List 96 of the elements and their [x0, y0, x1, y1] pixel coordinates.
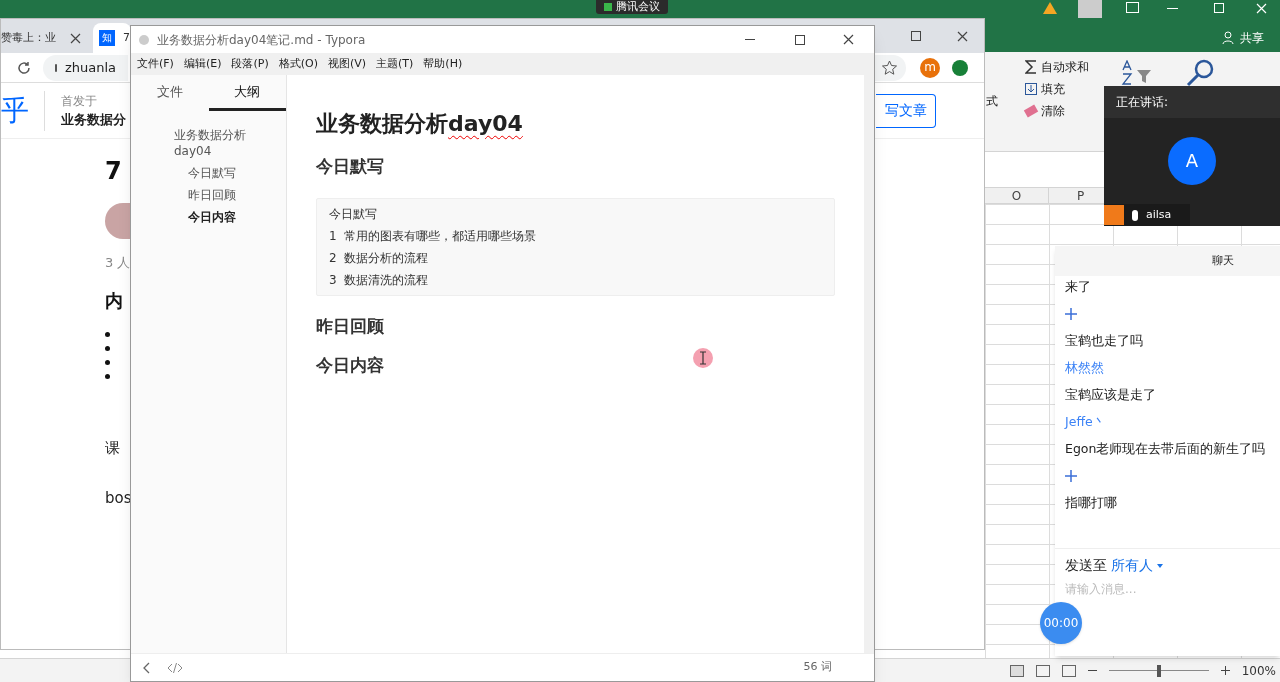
caret-icon [1157, 563, 1163, 568]
share-button[interactable]: 共享 [1222, 30, 1264, 46]
microphone-icon [1132, 209, 1138, 221]
page-break-icon[interactable] [1061, 664, 1076, 677]
section-heading: 今日默写 [316, 155, 384, 178]
sidebar-toggle-icon[interactable] [143, 661, 151, 674]
zoom-percentage: 100% [1241, 662, 1276, 680]
warning-icon [1043, 2, 1057, 14]
code-line: 今日默写 [329, 205, 377, 223]
section-heading: 今日内容 [316, 354, 384, 377]
text-cursor-icon [692, 347, 714, 369]
meeting-badge-label: 腾讯会议 [616, 1, 660, 13]
close-icon[interactable] [843, 34, 854, 45]
menu-item[interactable]: 格式(O) [278, 55, 318, 73]
code-line: 1 常用的图表有哪些，都适用哪些场景 [329, 227, 537, 245]
sender-name: 林然然 [1065, 359, 1104, 377]
article-paragraph: bos [105, 488, 132, 509]
window-title: 业务数据分析day04笔记.md - Typora [157, 31, 366, 49]
source-code-icon[interactable] [167, 661, 183, 674]
ribbon-display-icon[interactable] [1126, 2, 1139, 13]
sidebar-tab[interactable]: 文件 [131, 75, 209, 111]
normal-view-icon[interactable] [1009, 664, 1024, 677]
bullet-icon [105, 331, 110, 337]
write-article-button[interactable]: 写文章 [876, 93, 936, 128]
article-paragraph: 课 [105, 437, 120, 459]
bullet-icon [105, 345, 110, 351]
article-meta: 3 人 [105, 254, 131, 272]
outline-item[interactable]: 业务数据分析day04 [174, 127, 264, 159]
down-arrow-icon [1025, 83, 1037, 95]
menu-item[interactable]: 文件(F) [137, 55, 174, 73]
outline-item[interactable]: 昨日回顾 [188, 187, 278, 203]
recipient-dropdown[interactable]: 所有人 [1111, 555, 1163, 576]
menu-item[interactable]: 段落(P) [231, 55, 269, 73]
reload-icon[interactable] [17, 60, 31, 75]
zoom-in-icon[interactable] [1220, 666, 1230, 675]
sigma-icon [1025, 60, 1037, 74]
column-label: 首发于 [61, 92, 98, 110]
code-line: 2 数据分析的流程 [329, 249, 429, 267]
sender-name: Jeffe丶 [1065, 413, 1106, 431]
maximize-button[interactable] [911, 31, 921, 41]
column-name: 业务数据分 [61, 110, 126, 129]
ribbon-button[interactable]: 清除 [1025, 102, 1089, 120]
word-count: 56 词 [803, 659, 832, 676]
app-icon [139, 34, 149, 45]
code-line: 3 数据清洗的流程 [329, 271, 429, 289]
menu-item[interactable]: 视图(V) [327, 55, 367, 73]
plus-icon [1065, 308, 1077, 320]
plus-icon [1065, 470, 1077, 482]
chat-message: 宝鹤也走了吗 [1065, 332, 1143, 350]
tab-title: 赞毒上：业 [1, 29, 56, 46]
author-avatar [105, 203, 131, 239]
browser-tab[interactable]: 赞毒上：业 [1, 23, 89, 53]
ribbon-button[interactable]: 自动求和 [1025, 58, 1089, 76]
address-text: zhuanla [64, 58, 116, 77]
bookmark-star-icon[interactable] [881, 60, 897, 75]
menu-item[interactable]: 帮助(H) [423, 55, 463, 73]
message-input[interactable]: 请输入消息... [1065, 580, 1270, 598]
section-heading: 昨日回顾 [316, 314, 384, 338]
bullet-icon [105, 359, 110, 365]
participant-name: ailsa [1146, 206, 1172, 223]
chat-message: 指哪打哪 [1065, 494, 1117, 512]
signal-icon [604, 3, 612, 11]
tab-title: 7 [123, 29, 130, 46]
search-icon [1185, 58, 1215, 88]
zoom-slider[interactable] [1108, 664, 1209, 677]
ribbon-button[interactable]: 填充 [1025, 80, 1089, 98]
close-icon[interactable] [70, 32, 81, 44]
chat-message: 宝鹤应该是走了 [1065, 386, 1156, 404]
person-icon [1104, 205, 1124, 225]
section-heading: 内 [105, 288, 123, 313]
chat-message: Egon老师现在去带后面的新生了吗 [1065, 440, 1266, 458]
site-logo: 乎 [1, 90, 45, 131]
document-title: 业务数据分析day04 [316, 110, 523, 138]
outline-item[interactable]: 今日内容 [188, 209, 278, 225]
sidebar-tab[interactable]: 大纲 [208, 75, 286, 111]
address-bar[interactable]: zhuanla [43, 54, 128, 81]
maximize-button[interactable] [795, 34, 805, 45]
bullet-icon [105, 373, 110, 379]
send-to-label: 发送至 [1065, 556, 1107, 575]
menu-item[interactable]: 主题(T) [376, 55, 414, 73]
restore-button[interactable] [1214, 3, 1224, 13]
chat-title: 聊天 [1211, 252, 1234, 269]
chat-message: 来了 [1065, 278, 1091, 296]
extension-icon[interactable] [952, 59, 968, 76]
site-favicon: 知 [99, 30, 115, 46]
ribbon-label: 式 [986, 93, 998, 110]
menu-item[interactable]: 编辑(E) [183, 55, 222, 73]
article-title: 7 [105, 156, 122, 187]
person-add-icon [1222, 31, 1236, 45]
close-icon[interactable] [957, 31, 968, 42]
outline-item[interactable]: 今日默写 [188, 165, 278, 181]
browser-tab[interactable]: 知 7 [93, 23, 131, 53]
speaking-label: 正在讲话: [1116, 94, 1169, 111]
participant-avatar: A [1168, 137, 1216, 185]
user-avatar-icon [1078, 0, 1102, 18]
page-layout-icon[interactable] [1035, 664, 1050, 677]
